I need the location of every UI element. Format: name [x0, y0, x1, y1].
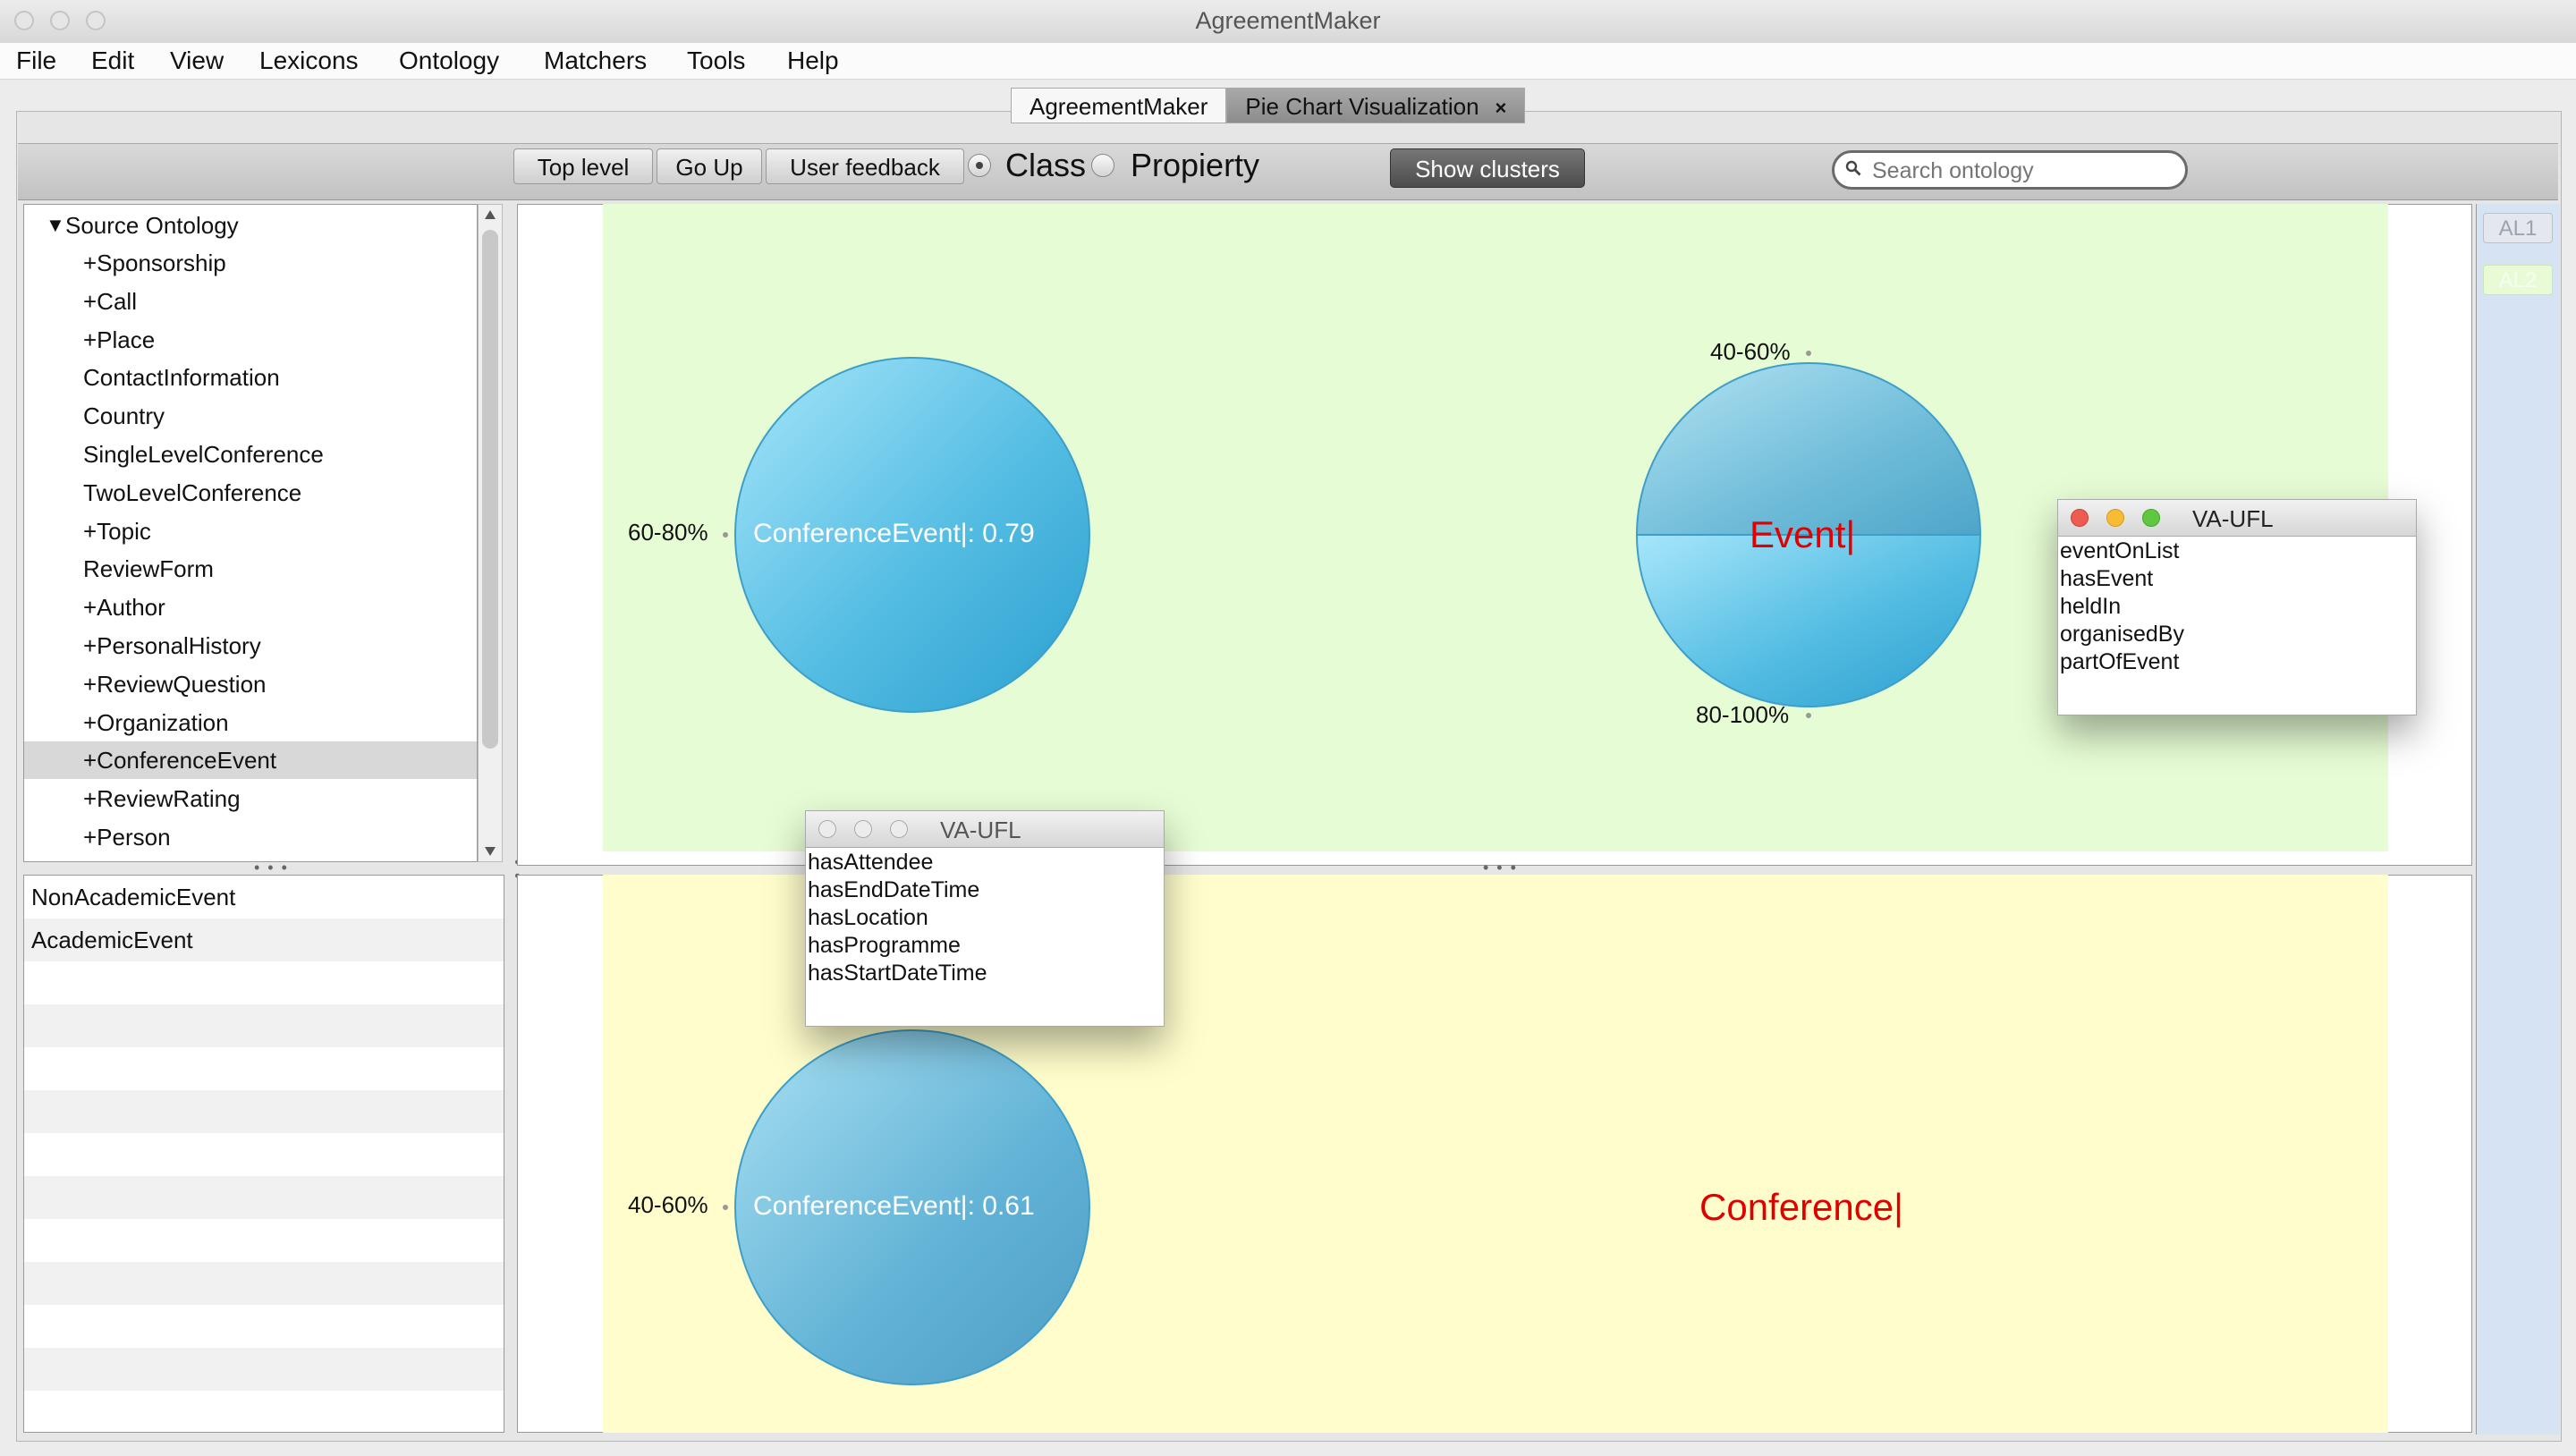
node-label[interactable]: Event| [1750, 513, 1855, 556]
property-item[interactable]: partOfEvent [2060, 648, 2184, 676]
property-popup-right[interactable]: VA-UFL eventOnList hasEvent heldIn organise… [2057, 499, 2417, 715]
property-item[interactable]: heldIn [2060, 593, 2184, 621]
range-marker [1806, 713, 1811, 718]
minimize-icon[interactable] [2106, 509, 2124, 527]
pie-label: ConferenceEvent|: 0.79 [753, 519, 1035, 548]
property-popup-left[interactable]: VA-UFL hasAttendee hasEndDateTime hasLocat… [805, 810, 1165, 1027]
range-label: 60-80% [628, 519, 708, 546]
zoom-icon[interactable] [890, 820, 908, 838]
pie-slice-80-100[interactable] [1635, 534, 1982, 707]
property-item[interactable]: hasStartDateTime [808, 960, 987, 987]
al1-button[interactable]: AL1 [2483, 213, 2553, 243]
minimize-icon[interactable] [854, 820, 872, 838]
range-marker [723, 1205, 728, 1210]
range-marker [1806, 351, 1811, 356]
popup-property-list: eventOnList hasEvent heldIn organisedBy part… [2060, 538, 2184, 676]
al2-button[interactable]: AL2 [2483, 265, 2553, 295]
property-item[interactable]: hasLocation [808, 904, 987, 932]
matcher-strip [2476, 204, 2560, 1435]
property-item[interactable]: hasAttendee [808, 849, 987, 876]
range-label: 80-100% [1696, 701, 1790, 728]
zoom-icon[interactable] [2142, 509, 2160, 527]
property-item[interactable]: hasProgramme [808, 932, 987, 960]
close-icon[interactable] [818, 820, 836, 838]
popup-title: VA-UFL [940, 817, 1021, 843]
close-icon[interactable] [2071, 509, 2089, 527]
popup-title: VA-UFL [2192, 505, 2274, 532]
pie-chart-layer [734, 357, 1982, 1385]
property-item[interactable]: eventOnList [2060, 538, 2184, 565]
popup-title-bar[interactable]: VA-UFL [806, 811, 1164, 848]
popup-title-bar[interactable]: VA-UFL [2058, 500, 2416, 537]
pie-slice-40-60[interactable] [1635, 362, 1982, 536]
pie-label: ConferenceEvent|: 0.61 [753, 1191, 1035, 1221]
property-item[interactable]: hasEndDateTime [808, 876, 987, 904]
range-marker [723, 532, 728, 538]
popup-property-list: hasAttendee hasEndDateTime hasLocation hasP… [808, 849, 987, 987]
range-label: 40-60% [1710, 338, 1791, 365]
property-item[interactable]: organisedBy [2060, 621, 2184, 648]
range-label: 40-60% [628, 1191, 708, 1218]
property-item[interactable]: hasEvent [2060, 565, 2184, 593]
node-label[interactable]: Conference| [1699, 1186, 1903, 1229]
